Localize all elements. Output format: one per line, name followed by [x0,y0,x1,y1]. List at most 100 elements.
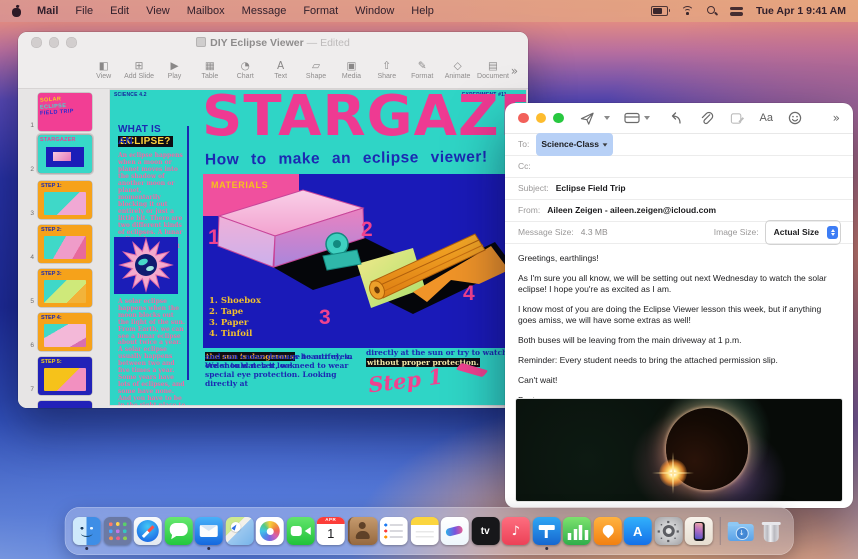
header-fields-chevron-icon[interactable] [644,116,650,120]
add-slide-button[interactable]: ⊞Add Slide [121,60,156,81]
battery-icon[interactable] [651,6,668,16]
cc-field[interactable]: Cc: [505,156,853,178]
figure-number-2: 2 [361,218,373,241]
slide-thumbnail-6[interactable]: STEP 4: [38,313,92,351]
menu-item-format[interactable]: Format [303,5,338,17]
animate-button[interactable]: ◇Animate [440,60,475,81]
chart-icon: ◔ [228,60,263,72]
slide-thumbnail-4[interactable]: STEP 2: [38,225,92,263]
dock-icon-calendar[interactable]: APR1 [317,517,345,545]
dock-icon-trash[interactable] [757,517,785,545]
dock-icon-music[interactable]: ♪ [502,517,530,545]
slide-thumbnail-5[interactable]: STEP 3: [38,269,92,307]
slide-thumbnail-2-selected[interactable]: STARGAZER [38,135,92,173]
dock-icon-mail[interactable] [195,517,223,545]
format-button[interactable]: ✎Format [405,60,440,81]
fonts-button[interactable]: Aa [760,112,773,124]
slide-thumbnail-8[interactable]: DID YOU KNOW [38,401,92,408]
media-button[interactable]: ▣Media [334,60,369,81]
menu-item-help[interactable]: Help [411,5,434,17]
dock-icon-pages[interactable] [593,517,621,545]
share-button[interactable]: ⇧Share [369,60,404,81]
control-center-icon[interactable] [730,7,743,16]
cc-label: Cc: [518,156,531,177]
dock-icon-launchpad[interactable] [103,517,131,545]
header-fields-button[interactable] [624,111,640,125]
slide-thumbnail-1[interactable]: SOLAR ECLIPSE FIELD TRIP [38,93,92,131]
message-size-row: Message Size: 4.3 MB Image Size: Actual … [505,222,853,244]
dock-icon-finder[interactable] [73,517,101,545]
dock-icon-facetime[interactable] [286,517,314,545]
chart-button[interactable]: ◔Chart [228,60,263,81]
attach-file-button[interactable] [699,111,714,126]
wifi-icon[interactable] [681,6,694,16]
text-button[interactable]: AText [263,60,298,81]
body-paragraph: Can't wait! [518,375,840,386]
slide-canvas[interactable]: SCIENCE 4.2 EXPERIMENT #11 WHAT IS AN EC… [110,90,526,405]
table-button[interactable]: ▦Table [192,60,227,81]
view-button[interactable]: ◧View [86,60,121,81]
spotlight-search-icon[interactable] [707,6,717,16]
menu-item-edit[interactable]: Edit [110,5,129,17]
toolbar-overflow-chevron-icon[interactable]: » [833,111,840,125]
menu-item-mailbox[interactable]: Mailbox [187,5,225,17]
menu-item-file[interactable]: File [75,5,93,17]
recipient-token[interactable]: Science-Class [536,133,613,156]
shape-button[interactable]: ▱Shape [298,60,333,81]
menu-item-mail[interactable]: Mail [37,5,58,17]
to-field[interactable]: To: Science-Class [505,134,853,156]
dock-icon-app-store[interactable]: A [624,517,652,545]
menu-item-window[interactable]: Window [355,5,394,17]
from-field[interactable]: From: Aileen Zeigen - aileen.zeigen@iclo… [505,200,853,222]
document-icon: ▤ [475,60,510,72]
slide-title: STARGAZER [202,90,526,149]
message-size-value: 4.3 MB [581,222,608,243]
close-button[interactable] [518,113,529,124]
menu-bar-clock[interactable]: Tue Apr 1 9:41 AM [756,5,846,17]
materials-list: 1. Shoebox 2. Tape 3. Paper 4. Tinfoil [209,296,261,340]
emoji-button[interactable] [788,111,802,125]
shape-icon: ▱ [298,60,333,72]
message-body[interactable]: Greetings, earthlings! As I'm sure you a… [505,244,853,417]
dock-icon-photos[interactable] [256,517,284,545]
dock-icon-maps[interactable] [225,517,253,545]
dock-icon-keynote[interactable] [532,517,560,545]
menu-item-view[interactable]: View [146,5,170,17]
body-paragraph: I know most of you are doing the Eclipse… [518,304,840,326]
toolbar-overflow-chevron-icon[interactable]: » [511,64,518,78]
keynote-toolbar: ◧View ⊞Add Slide ▶Play ▦Table ◔Chart ATe… [18,53,528,89]
dock-icon-notes[interactable] [410,517,438,545]
dock-icon-messages[interactable] [164,517,192,545]
document-proxy-icon[interactable] [196,37,206,47]
dock-icon-iphone-mirroring[interactable] [685,517,713,545]
slide-thumbnail-3[interactable]: STEP 1: [38,181,92,219]
undo-button[interactable] [668,111,683,125]
apple-menu-icon[interactable] [12,6,21,17]
dock-icon-system-settings[interactable] [654,517,682,545]
send-options-chevron-icon[interactable] [604,116,610,120]
image-size-dropdown[interactable]: Actual Size [765,220,841,245]
dock-icon-contacts[interactable] [347,517,377,545]
subject-field[interactable]: Subject: Eclipse Field Trip [505,178,853,200]
subject-value[interactable]: Eclipse Field Trip [556,178,626,199]
dock-icon-reminders[interactable] [380,517,408,545]
dock-icon-apple-tv[interactable]: tv [471,517,499,545]
send-button[interactable] [580,111,595,126]
dock-icon-safari[interactable] [134,517,162,545]
from-value[interactable]: Aileen Zeigen - aileen.zeigen@icloud.com [547,200,716,221]
eclipse-photo-attachment[interactable] [515,398,843,502]
minimize-button[interactable] [536,113,547,124]
media-icon: ▣ [334,60,369,72]
zoom-button[interactable] [553,113,564,124]
window-title: DIY Eclipse Viewer — Edited [18,37,528,49]
menu-item-message[interactable]: Message [242,5,287,17]
slide-course-label: SCIENCE 4.2 [114,92,147,98]
document-button[interactable]: ▤Document [475,60,510,81]
markup-button[interactable] [730,111,745,126]
dock-icon-downloads-folder[interactable]: ↓ [727,517,755,545]
play-button[interactable]: ▶Play [157,60,192,81]
step-1-annotation: Step 1 [367,364,444,398]
dock-icon-numbers[interactable] [563,517,591,545]
dock-icon-freeform[interactable] [441,517,469,545]
slide-thumbnail-7[interactable]: STEP 5: [38,357,92,395]
